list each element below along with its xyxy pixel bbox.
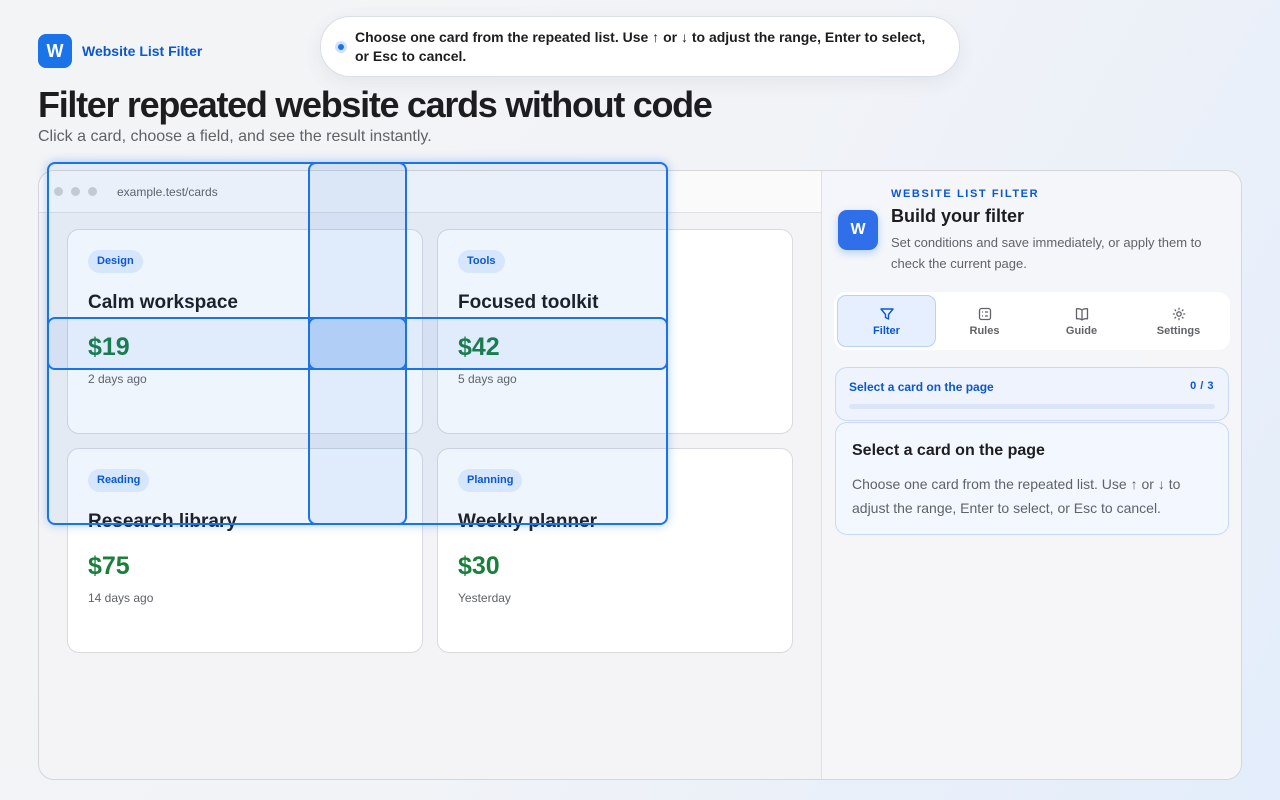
- panel-title: Build your filter: [891, 206, 1025, 226]
- card-date: Yesterday: [458, 591, 511, 605]
- tab-filter[interactable]: Filter: [837, 295, 936, 347]
- tab-label: Filter: [873, 324, 900, 337]
- card-date: 14 days ago: [88, 591, 154, 605]
- step-card: Select a card on the page Choose one car…: [835, 422, 1229, 535]
- book-icon: [1075, 307, 1088, 321]
- tab-rules[interactable]: Rules: [936, 295, 1033, 347]
- panel-eyebrow: WEBSITE LIST FILTER: [891, 188, 1040, 200]
- gear-icon: [1172, 307, 1185, 320]
- tab-label: Rules: [969, 324, 1000, 337]
- funnel-icon: [879, 307, 894, 320]
- brand-logo: W: [38, 34, 72, 68]
- filter-panel: W WEBSITE LIST FILTER Build your filter …: [821, 171, 1241, 779]
- progress-count: 0 / 3: [1190, 380, 1214, 392]
- page-subtitle: Click a card, choose a field, and see th…: [38, 128, 432, 145]
- page-title: Filter repeated website cards without co…: [38, 84, 713, 125]
- panel-logo: W: [838, 210, 878, 250]
- card-price: $30: [458, 552, 500, 580]
- brand-name: Website List Filter: [82, 43, 203, 59]
- panel-tabs: Filter Rules Guide Settings: [834, 292, 1230, 350]
- checklist-icon: [978, 307, 991, 320]
- tab-label: Guide: [1065, 324, 1098, 337]
- card-price: $75: [88, 552, 130, 580]
- tab-label: Settings: [1156, 324, 1201, 337]
- progress-bar: [849, 404, 1215, 409]
- tab-settings[interactable]: Settings: [1130, 295, 1227, 347]
- status-dot-icon: [335, 40, 347, 53]
- instruction-toast: Choose one card from the repeated list. …: [320, 16, 960, 77]
- toast-message: Choose one card from the repeated list. …: [355, 28, 926, 64]
- progress-box: Select a card on the page 0 / 3: [835, 367, 1229, 421]
- brand: W Website List Filter: [38, 34, 202, 68]
- tab-guide[interactable]: Guide: [1033, 295, 1130, 347]
- panel-description: Set conditions and save immediately, or …: [891, 235, 1202, 271]
- step-body: Choose one card from the repeated list. …: [852, 476, 1181, 516]
- intersection-highlight: [308, 317, 407, 370]
- progress-label: Select a card on the page: [849, 380, 994, 394]
- step-title: Select a card on the page: [852, 442, 1045, 459]
